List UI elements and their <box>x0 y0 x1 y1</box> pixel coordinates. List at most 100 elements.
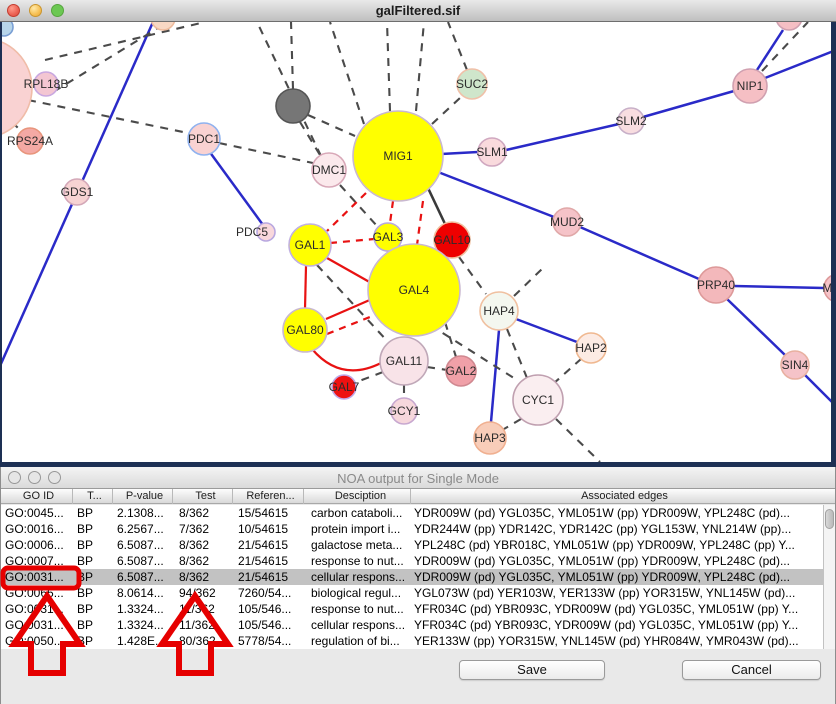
edge <box>504 419 521 429</box>
edge <box>330 22 364 124</box>
node-cyc1[interactable]: CYC1 <box>513 375 563 425</box>
node-nip1[interactable]: NIP1 <box>733 69 767 103</box>
cell-go-id: GO:0031... <box>1 601 73 617</box>
column-header-associated-edges[interactable]: Associated edges <box>411 489 835 504</box>
cell-go-id: GO:0065... <box>1 585 73 601</box>
cell-description: response to nut... <box>304 553 411 569</box>
edge <box>390 201 393 223</box>
node-label: PRP40 <box>697 278 735 292</box>
table-row[interactable]: GO:0016...BP6.2567...7/36210/54615protei… <box>1 521 823 537</box>
table-row[interactable]: GO:0031...BP1.3324...11/362105/546...cel… <box>1 617 823 633</box>
node-circle[interactable] <box>776 22 802 30</box>
node-hap2[interactable]: HAP2 <box>575 333 607 363</box>
node-top-right-pink[interactable] <box>776 22 802 30</box>
cell-type: BP <box>73 569 113 585</box>
save-button[interactable]: Save <box>459 660 605 680</box>
node-corner-blue[interactable] <box>0 22 13 36</box>
cell-test: 94/362 <box>173 585 233 601</box>
node-slm2[interactable]: SLM2 <box>615 108 647 134</box>
cell-reference: 21/54615 <box>233 569 304 585</box>
window-title: galFiltered.sif <box>0 3 836 18</box>
node-pdc5[interactable]: PDC5 <box>236 223 275 241</box>
table-row[interactable]: GO:0031...BP6.5087...8/36221/54615cellul… <box>1 569 823 585</box>
cell-type: BP <box>73 521 113 537</box>
cell-go-id: GO:0031... <box>1 617 73 633</box>
column-header-test[interactable]: Test <box>173 489 233 504</box>
network-canvas[interactable]: RPL18B RPS24A GDS1 PDC1 PDC5 DMC1MIG1 SUC2 SLM1… <box>0 22 836 462</box>
node-gal80[interactable]: GAL80 <box>283 308 327 352</box>
edge <box>643 91 734 117</box>
cell-description: biological regul... <box>304 585 411 601</box>
table-row[interactable]: GO:0045...BP2.1308...8/36215/54615carbon… <box>1 505 823 521</box>
edge <box>448 22 467 70</box>
node-hap4[interactable]: HAP4 <box>480 292 518 330</box>
node-circle[interactable] <box>0 22 13 36</box>
node-msl1[interactable]: MSL1 <box>822 274 836 302</box>
node-label: GCY1 <box>388 404 421 418</box>
button-row: Save Cancel <box>1 649 835 704</box>
node-circle[interactable] <box>276 89 310 123</box>
table-row[interactable]: GO:0006...BP6.5087...8/36221/54615galact… <box>1 537 823 553</box>
cell-associated-edges: YDR009W (pd) YGL035C, YML051W (pp) YDR00… <box>411 569 821 585</box>
cell-type: BP <box>73 553 113 569</box>
node-prp40[interactable]: PRP40 <box>697 267 735 303</box>
cell-reference: 21/54615 <box>233 553 304 569</box>
cell-description: regulation of bi... <box>304 633 411 649</box>
edge <box>580 227 699 279</box>
table-scrollbar[interactable] <box>823 505 835 649</box>
node-gal2[interactable]: GAL2 <box>446 356 477 386</box>
edge <box>219 143 313 163</box>
scrollbar-thumb[interactable] <box>825 509 834 529</box>
node-gal7[interactable]: GAL7 <box>329 375 360 399</box>
node-gal11[interactable]: GAL11 <box>380 337 428 385</box>
column-header-description[interactable]: Desciption <box>304 489 411 504</box>
node-label: CYC1 <box>522 393 554 407</box>
column-header-reference[interactable]: Referen... <box>233 489 304 504</box>
cell-associated-edges: YDR244W (pp) YDR142C, YDR142C (pp) YGL15… <box>411 521 821 537</box>
table-row[interactable]: GO:0031...BP1.3324...11/362105/546...res… <box>1 601 823 617</box>
cell-associated-edges: YFR034C (pd) YBR093C, YDR009W (pd) YGL03… <box>411 617 821 633</box>
node-dmc1[interactable]: DMC1 <box>312 153 346 187</box>
node-mig1[interactable]: MIG1 <box>353 111 443 201</box>
cell-p-value: 6.5087... <box>113 569 173 585</box>
node-top-peach[interactable] <box>151 22 175 30</box>
node-label: RPL18B <box>24 77 69 91</box>
node-gds1[interactable]: GDS1 <box>61 179 94 205</box>
cell-test: 7/362 <box>173 521 233 537</box>
node-gal4[interactable]: GAL4 <box>368 244 460 336</box>
node-gray[interactable] <box>276 89 310 123</box>
column-header-go-id[interactable]: GO ID <box>1 489 73 504</box>
column-header-type[interactable]: T... <box>73 489 113 504</box>
node-suc2[interactable]: SUC2 <box>456 69 488 99</box>
edge <box>459 257 486 294</box>
node-label: GAL7 <box>329 380 360 394</box>
node-label: HAP3 <box>474 431 506 445</box>
node-label: GDS1 <box>61 185 94 199</box>
column-header-p-value[interactable]: P-value <box>113 489 173 504</box>
edge <box>291 22 293 89</box>
cell-go-id: GO:0045... <box>1 505 73 521</box>
table-row[interactable]: GO:0050...BP1.428E...80/3625778/54...reg… <box>1 633 823 649</box>
node-label: HAP4 <box>483 304 515 318</box>
node-circle[interactable] <box>151 22 175 30</box>
node-mud2[interactable]: MUD2 <box>550 208 584 236</box>
cell-description: protein import i... <box>304 521 411 537</box>
cell-associated-edges: YPL248C (pd) YBR018C, YML051W (pp) YDR00… <box>411 537 821 553</box>
node-slm1[interactable]: SLM1 <box>476 138 508 166</box>
table-row[interactable]: GO:0007...BP6.5087...8/36221/54615respon… <box>1 553 823 569</box>
table-row[interactable]: GO:0065...BP8.0614...94/3627260/54...bio… <box>1 585 823 601</box>
cancel-button[interactable]: Cancel <box>682 660 821 680</box>
cell-description: cellular respons... <box>304 569 411 585</box>
edge <box>438 172 554 217</box>
edge <box>28 100 188 133</box>
node-hap3[interactable]: HAP3 <box>474 422 506 454</box>
edge <box>516 319 577 342</box>
node-sin4[interactable]: SIN4 <box>781 351 809 379</box>
node-gcy1[interactable]: GCY1 <box>388 398 421 424</box>
node-rps24a[interactable]: RPS24A <box>7 128 53 154</box>
node-pdc1[interactable]: PDC1 <box>188 123 220 155</box>
edge <box>305 266 306 309</box>
edge <box>727 299 785 355</box>
cell-reference: 15/54615 <box>233 505 304 521</box>
node-gal1[interactable]: GAL1 <box>289 224 331 266</box>
